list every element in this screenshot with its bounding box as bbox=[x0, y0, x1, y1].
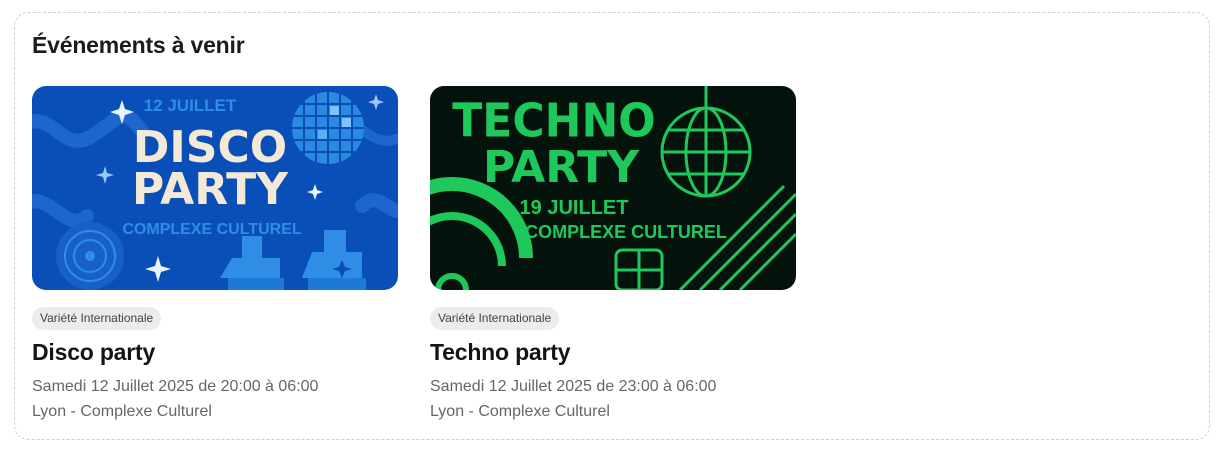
event-card-techno[interactable]: TECHNO PARTY 19 JUILLET COMPLEXE CULTURE… bbox=[430, 86, 796, 424]
event-location: Lyon - Complexe Culturel bbox=[32, 403, 212, 420]
poster-headline-2: PARTY bbox=[132, 164, 289, 215]
event-poster-image[interactable]: TECHNO PARTY 19 JUILLET COMPLEXE CULTURE… bbox=[430, 86, 796, 290]
poster-venue-text: COMPLEXE CULTUREL bbox=[122, 221, 301, 238]
event-location: Lyon - Complexe Culturel bbox=[430, 403, 610, 420]
poster-date-text: 12 JUILLET bbox=[144, 96, 237, 115]
event-title[interactable]: Techno party bbox=[430, 339, 796, 366]
disco-ball-icon bbox=[292, 92, 364, 164]
poster-headline-2: PARTY bbox=[483, 142, 640, 193]
section-title: Événements à venir bbox=[32, 32, 245, 58]
poster-venue-text: COMPLEXE CULTUREL bbox=[525, 222, 727, 242]
event-title[interactable]: Disco party bbox=[32, 339, 398, 366]
upcoming-events-panel: Événements à venir 12 JUILLET DISCO PART… bbox=[14, 12, 1210, 440]
event-date: Samedi 12 Juillet 2025 de 23:00 à 06:00 bbox=[430, 378, 717, 395]
category-badge: Variété Internationale bbox=[430, 307, 560, 330]
vinyl-record-icon bbox=[56, 222, 124, 290]
poster-date-text: 19 JUILLET bbox=[520, 197, 629, 219]
event-poster-image[interactable]: 12 JUILLET DISCO PARTY COMPLEXE CULTUREL bbox=[32, 86, 398, 290]
event-card-disco[interactable]: 12 JUILLET DISCO PARTY COMPLEXE CULTUREL… bbox=[32, 86, 398, 424]
event-date: Samedi 12 Juillet 2025 de 20:00 à 06:00 bbox=[32, 378, 319, 395]
poster-headline-1: TECHNO bbox=[452, 93, 655, 147]
category-badge: Variété Internationale bbox=[32, 307, 162, 330]
